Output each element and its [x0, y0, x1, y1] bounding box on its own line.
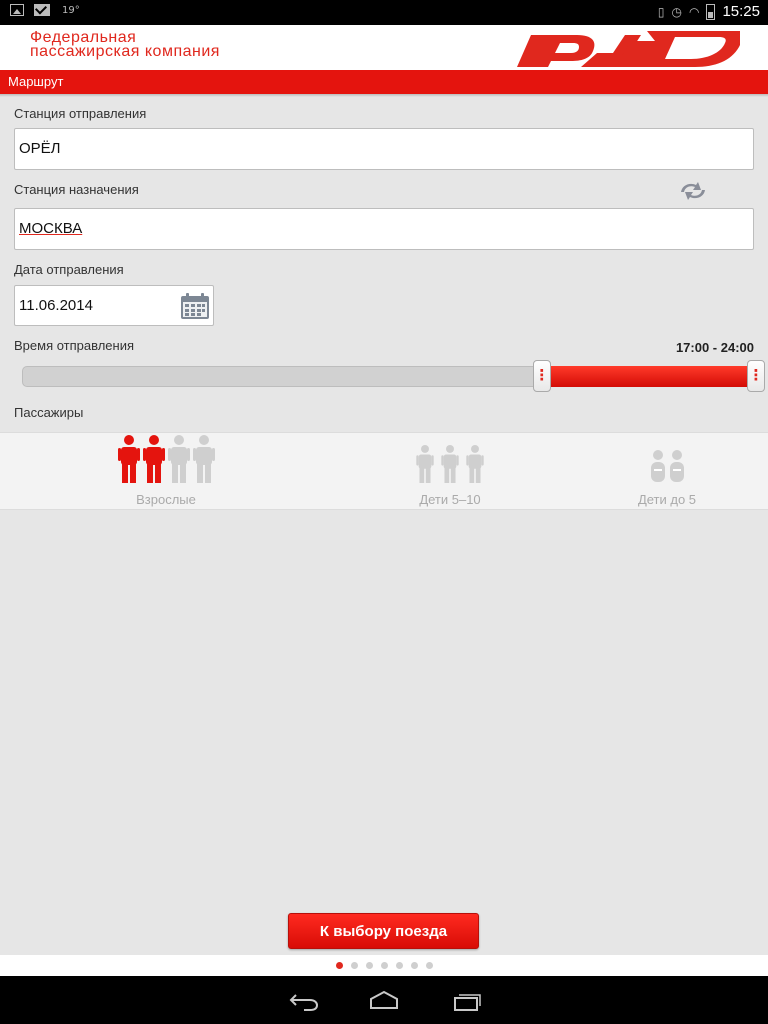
infant-figures [610, 437, 724, 487]
calendar-icon[interactable] [180, 292, 210, 320]
gmail-notification-icon [34, 4, 50, 16]
infants-label: Дети до 5 [637, 492, 697, 507]
passenger-group-adults[interactable]: Взрослые [90, 435, 242, 507]
adult-figure-icon[interactable] [117, 435, 140, 487]
adults-label: Взрослые [136, 492, 196, 507]
adult-figures [90, 435, 242, 487]
departure-station-label: Станция отправления [14, 106, 147, 121]
page-dot[interactable] [351, 962, 358, 969]
company-name-line2: пассажирская компания [30, 43, 220, 60]
vibrate-icon: ▯ [657, 4, 665, 19]
child-figures [380, 437, 520, 487]
page-dot[interactable] [336, 962, 343, 969]
departure-time-label: Время отправления [14, 338, 135, 353]
departure-station-value: ОРЁЛ [19, 140, 61, 157]
infant-figure-icon[interactable] [669, 449, 685, 487]
passenger-group-children-5-10[interactable]: Дети 5–10 [380, 437, 520, 507]
adult-figure-icon[interactable] [142, 435, 165, 487]
adult-figure-icon[interactable] [167, 435, 190, 487]
page-dot[interactable] [411, 962, 418, 969]
page-indicator [0, 955, 768, 976]
home-icon[interactable] [368, 990, 400, 1010]
departure-station-input[interactable]: ОРЁЛ [14, 128, 754, 170]
departure-date-input[interactable]: 11.06.2014 [14, 285, 214, 326]
destination-station-label: Станция назначения [14, 182, 139, 197]
section-title-bar: Маршрут [0, 70, 768, 97]
destination-station-input[interactable]: МОСКВА [14, 208, 754, 250]
passengers-label: Пассажиры [14, 405, 84, 420]
passengers-selector: Взрослые Дети 5–10 Дети до 5 [0, 432, 768, 510]
page-dot[interactable] [366, 962, 373, 969]
swap-stations-icon[interactable] [678, 180, 708, 202]
children-5-10-label: Дети 5–10 [419, 492, 481, 507]
image-notification-icon [10, 4, 24, 16]
back-icon[interactable] [288, 991, 320, 1011]
destination-station-value: МОСКВА [19, 220, 83, 237]
company-name: Федеральная пассажирская компания [30, 30, 220, 60]
recent-apps-icon[interactable] [452, 990, 482, 1012]
time-slider-from-handle[interactable] [532, 360, 551, 392]
wifi-icon: ◠ [688, 4, 700, 19]
page-dot[interactable] [426, 962, 433, 969]
adult-figure-icon[interactable] [192, 435, 215, 487]
child-figure-icon[interactable] [439, 445, 461, 487]
passenger-group-infants[interactable]: Дети до 5 [610, 437, 724, 507]
weather-temperature: 19° [62, 4, 80, 16]
departure-date-label: Дата отправления [14, 262, 124, 277]
clock: 15:25 [722, 3, 760, 20]
alarm-icon: ◷ [671, 4, 682, 19]
system-navigation-bar [0, 976, 768, 1024]
time-slider-to-handle[interactable] [747, 360, 765, 392]
child-figure-icon[interactable] [414, 445, 436, 487]
rzd-logo [517, 31, 740, 67]
battery-icon [706, 3, 716, 20]
page-dot[interactable] [396, 962, 403, 969]
time-slider-selected-range [541, 366, 756, 387]
infant-figure-icon[interactable] [650, 449, 666, 487]
choose-train-button[interactable]: К выбору поезда [288, 913, 479, 949]
app-header: Федеральная пассажирская компания [0, 25, 768, 70]
status-bar: 19° ▯ ◷ ◠ 15:25 [0, 0, 768, 25]
departure-date-value: 11.06.2014 [19, 297, 93, 314]
child-figure-icon[interactable] [464, 445, 486, 487]
page-dot[interactable] [381, 962, 388, 969]
departure-time-range: 17:00 - 24:00 [675, 340, 754, 355]
